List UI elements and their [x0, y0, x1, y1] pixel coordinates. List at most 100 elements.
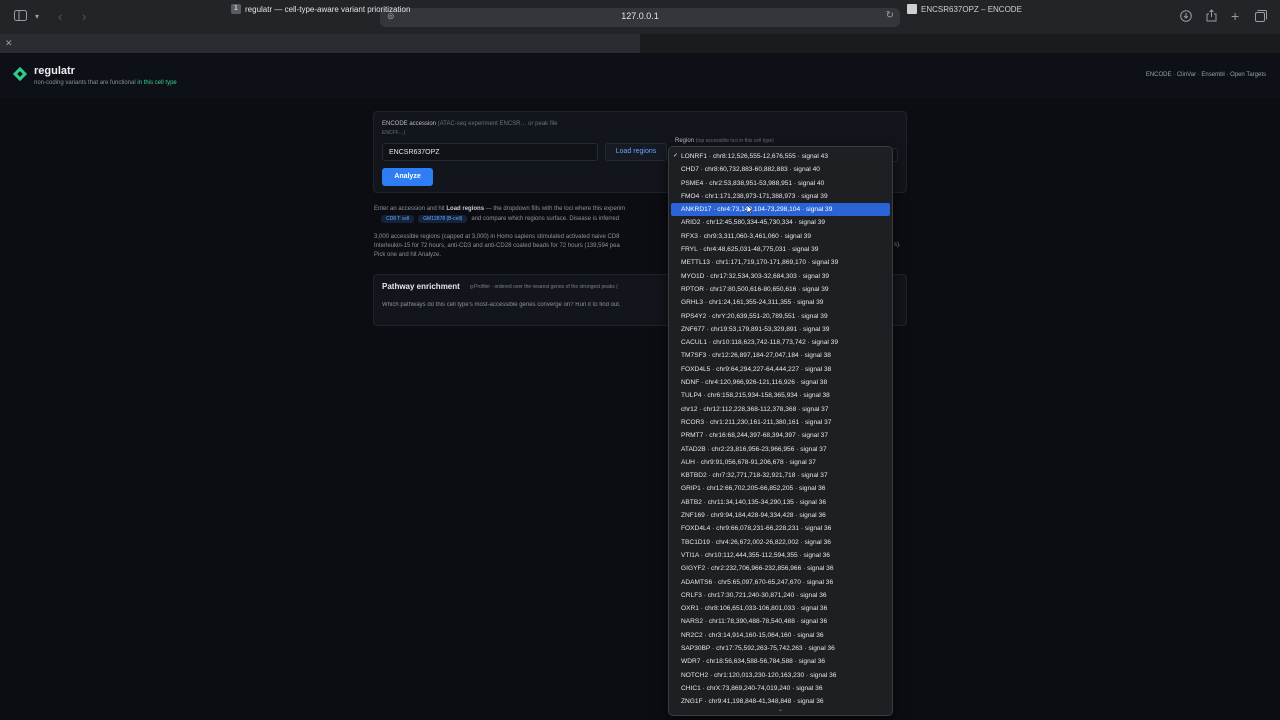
region-option[interactable]: ZNF169 · chr9:94,184,428-94,334,428 · si… [669, 509, 892, 522]
region-option[interactable]: RPTOR · chr17:80,500,616-80,650,616 · si… [669, 283, 892, 296]
region-option[interactable]: ZNF677 · chr19:53,179,891-53,329,891 · s… [669, 323, 892, 336]
region-option[interactable]: NARS2 · chr11:78,390,488-78,540,488 · si… [669, 615, 892, 628]
region-option-label: WDR7 · chr18:56,634,588-56,784,588 · sig… [681, 658, 826, 666]
region-option-label: RPS4Y2 · chrY:20,639,551-20,789,551 · si… [681, 312, 828, 320]
region-option-label: ARID2 · chr12:45,580,334-45,730,334 · si… [681, 219, 826, 227]
region-option[interactable]: GRHL3 · chr1:24,161,355-24,311,355 · sig… [669, 296, 892, 309]
region-option[interactable]: NOTCH2 · chr1:120,013,230-120,163,230 · … [669, 669, 892, 682]
tagline-text: non-coding variants that are functional [34, 80, 138, 86]
tab-number-badge: 1 [231, 4, 241, 14]
region-option[interactable]: ✓ LONRF1 · chr8:12,526,555-12,676,555 · s… [669, 150, 892, 163]
region-option[interactable]: VTI1A · chr10:112,444,355-112,594,355 · … [669, 549, 892, 562]
region-option[interactable]: CRLF3 · chr17:30,721,240-30,871,240 · si… [669, 589, 892, 602]
share-icon[interactable] [1206, 9, 1217, 25]
region-option[interactable]: FMO4 · chr1:171,238,973-171,388,973 · si… [669, 190, 892, 203]
accession-label: ENCODE accession (ATAC-seq experiment EN… [382, 121, 558, 127]
reload-icon[interactable]: ↻ [886, 10, 894, 21]
region-option-label: FMO4 · chr1:171,238,973-171,388,973 · si… [681, 192, 828, 200]
url-text: 127.0.0.1 [621, 11, 659, 21]
close-icon[interactable]: ✕ [5, 38, 13, 49]
region-option[interactable]: ANKRD17 · chr4:73,148,104-73,298,104 · s… [671, 203, 890, 217]
region-option-label: TM7SF3 · chr12:26,897,184-27,047,184 · s… [681, 352, 831, 360]
region-option[interactable]: FRYL · chr4:48,625,031-48,775,031 · sign… [669, 243, 892, 256]
region-option-label: PSME4 · chr2:53,838,951-53,988,951 · sig… [681, 179, 825, 187]
region-option[interactable]: GRIP1 · chr12:66,702,205-66,852,205 · si… [669, 482, 892, 495]
tabs-icon[interactable] [1255, 10, 1267, 25]
region-option[interactable]: MYO1D · chr17:32,534,303-32,684,303 · si… [669, 270, 892, 283]
region-option[interactable]: ABTB2 · chr11:34,140,135-34,290,135 · si… [669, 496, 892, 509]
tab-regulatr[interactable]: ✕ [0, 34, 640, 53]
accession-input[interactable] [382, 143, 598, 161]
instructions-line2: CD8 T cell GM12878 (B-cell) and compare wh… [381, 215, 619, 223]
sidebar-icon[interactable] [14, 10, 27, 24]
region-option[interactable]: CHD7 · chr8:60,732,883-60,882,883 · sign… [669, 163, 892, 176]
region-option[interactable]: TM7SF3 · chr12:26,897,184-27,047,184 · s… [669, 349, 892, 362]
region-option[interactable]: GIGYF2 · chr2:232,706,966-232,856,966 · … [669, 562, 892, 575]
region-option[interactable]: WDR7 · chr18:56,634,588-56,784,588 · sig… [669, 655, 892, 668]
region-option-label: RFX3 · chr9:3,311,060-3,461,060 · signal… [681, 232, 812, 240]
plus-icon[interactable]: + [1231, 9, 1239, 23]
region-option-label: CHIC1 · chrX:73,869,240-74,019,240 · sig… [681, 684, 823, 692]
region-option-label: SAP30BP · chr17:75,592,263-75,742,263 · … [681, 644, 835, 652]
region-option[interactable]: OXR1 · chr8:106,651,033-106,801,033 · si… [669, 602, 892, 615]
scroll-down-icon[interactable]: ⌄ [669, 706, 892, 713]
tagline-accent: in this cell type [137, 80, 177, 86]
summary-line: 3,000 accessible regions (capped at 3,00… [374, 234, 620, 240]
region-option[interactable]: ADAMTS6 · chr5:65,097,670-65,247,670 · s… [669, 576, 892, 589]
region-option[interactable]: FOXD4L4 · chr9:66,078,231-66,228,231 · s… [669, 522, 892, 535]
tab-encode[interactable] [640, 34, 1280, 53]
load-regions-button[interactable]: Load regions [605, 143, 667, 161]
region-option-label: KBTBD2 · chr7:32,771,718-32,921,718 · si… [681, 472, 828, 480]
region-option[interactable]: PSME4 · chr2:53,838,951-53,988,951 · sig… [669, 177, 892, 190]
region-option-label: ZNF169 · chr9:94,184,428-94,334,428 · si… [681, 512, 826, 520]
forward-icon[interactable]: › [82, 10, 86, 24]
region-option-label: GRIP1 · chr12:66,702,205-66,852,205 · si… [681, 485, 826, 493]
region-option[interactable]: TBC1D19 · chr4:26,672,002-26,822,002 · s… [669, 536, 892, 549]
region-option[interactable]: RCOR3 · chr1:211,230,161-211,380,161 · s… [669, 416, 892, 429]
region-option[interactable]: NR2C2 · chr3:14,914,160-15,064,160 · sig… [669, 629, 892, 642]
region-option[interactable]: SAP30BP · chr17:75,592,263-75,742,263 · … [669, 642, 892, 655]
encode-favicon-icon [907, 4, 917, 14]
region-option-label: NR2C2 · chr3:14,914,160-15,064,160 · sig… [681, 631, 824, 639]
region-option[interactable]: RPS4Y2 · chrY:20,639,551-20,789,551 · si… [669, 310, 892, 323]
instructions-text: and compare which regions surface. Disea… [471, 216, 620, 222]
analyze-button[interactable]: Analyze [382, 168, 433, 186]
region-option[interactable]: RFX3 · chr9:3,311,060-3,461,060 · signal… [669, 230, 892, 243]
instructions: Enter an accession and hit Load regions … [374, 205, 666, 214]
chip-cd8-t-cell[interactable]: CD8 T cell [381, 215, 415, 223]
region-option[interactable]: ARID2 · chr12:45,580,334-45,730,334 · si… [669, 216, 892, 229]
summary-tail: s). [894, 242, 901, 248]
chevron-down-icon[interactable]: ▾ [35, 10, 39, 24]
region-option-label: FOXD4L4 · chr9:66,078,231-66,228,231 · s… [681, 525, 832, 533]
back-icon[interactable]: ‹ [58, 10, 62, 24]
region-option[interactable]: CHIC1 · chrX:73,869,240-74,019,240 · sig… [669, 682, 892, 695]
experiment-summary: 3,000 accessible regions (capped at 3,00… [374, 233, 666, 260]
header-links[interactable]: ENCODE · ClinVar · Ensembl · Open Target… [1146, 72, 1266, 78]
chip-gm12878[interactable]: GM12878 (B-cell) [418, 215, 468, 223]
region-option-label: TBC1D19 · chr4:26,672,002-26,822,002 · s… [681, 538, 831, 546]
region-option[interactable]: PRMT7 · chr16:68,244,397-68,394,397 · si… [669, 429, 892, 442]
region-option[interactable]: TULP4 · chr6:158,215,934-158,365,934 · s… [669, 389, 892, 402]
region-option-label: TULP4 · chr6:158,215,934-158,365,934 · s… [681, 392, 830, 400]
region-option-label: CACUL1 · chr10:118,623,742-118,773,742 ·… [681, 339, 839, 347]
region-hint: (top accessible loci in this cell type) [695, 138, 774, 144]
download-icon[interactable] [1180, 10, 1192, 25]
region-option[interactable]: FOXD4L5 · chr9:64,294,227-64,444,227 · s… [669, 363, 892, 376]
region-dropdown[interactable]: ✓ LONRF1 · chr8:12,526,555-12,676,555 · s… [668, 146, 893, 716]
region-option-label: CHD7 · chr8:60,732,883-60,882,883 · sign… [681, 166, 820, 174]
address-bar[interactable]: ⊜ 127.0.0.1 ↻ [380, 8, 900, 27]
summary-line: Pick one and hit Analyze. [374, 252, 442, 258]
tab-strip: ✕ [0, 34, 1280, 53]
region-option[interactable]: ATAD2B · chr2:23,816,956-23,966,956 · si… [669, 443, 892, 456]
region-option[interactable]: NDNF · chr4:120,966,926-121,116,926 · si… [669, 376, 892, 389]
region-option[interactable]: chr12 · chr12:112,228,368-112,378,368 · … [669, 403, 892, 416]
region-option[interactable]: METTL13 · chr1:171,719,170-171,869,170 ·… [669, 256, 892, 269]
region-option-label: MYO1D · chr17:32,534,303-32,684,303 · si… [681, 272, 830, 280]
pathway-description: Which pathways do this cell type's most-… [382, 302, 621, 308]
region-option[interactable]: KBTBD2 · chr7:32,771,718-32,921,718 · si… [669, 469, 892, 482]
region-option[interactable]: CACUL1 · chr10:118,623,742-118,773,742 ·… [669, 336, 892, 349]
region-option-label: ATAD2B · chr2:23,816,956-23,966,956 · si… [681, 445, 827, 453]
region-option[interactable]: AUH · chr9:91,056,678-91,206,678 · signa… [669, 456, 892, 469]
accession-hint: (ATAC-seq experiment ENCSR… or peak file [437, 121, 558, 127]
region-option-label: ZNG1F · chr9:41,198,848-41,348,848 · sig… [681, 698, 824, 706]
